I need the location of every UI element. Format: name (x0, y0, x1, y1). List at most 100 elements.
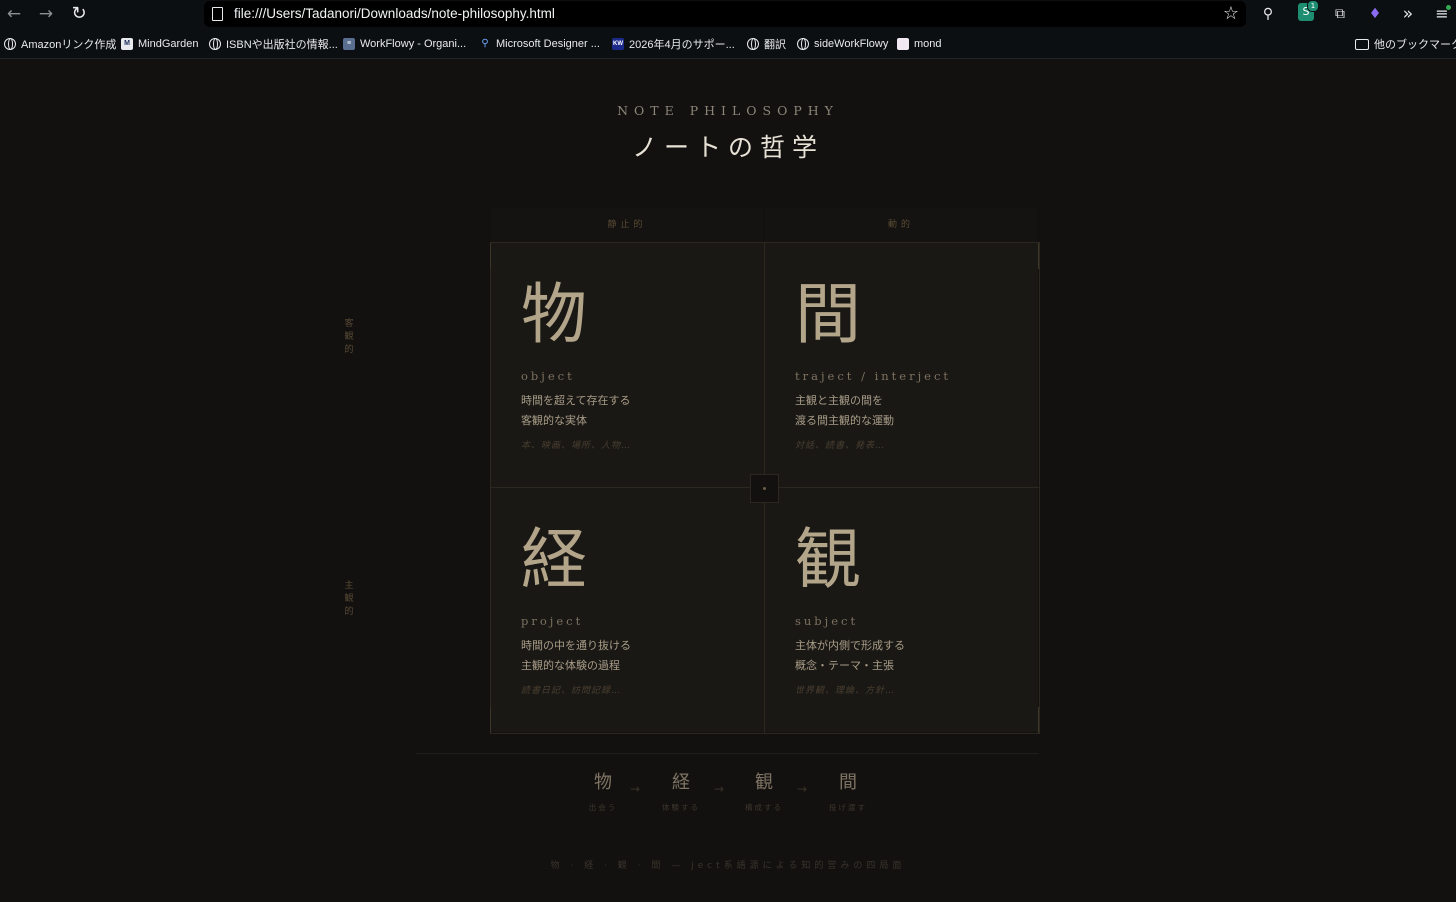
bookmark-label: 他のブックマーク (1374, 39, 1456, 51)
bookmark-support[interactable]: KW 2026年4月のサポー... (612, 36, 735, 52)
description-line: 客観的な実体 (521, 414, 587, 427)
mindgarden-icon: M (121, 38, 133, 50)
column-header-static: 静止的 (491, 208, 763, 242)
quadrant-subject: 観 subject 主体が内側で形成する 概念・テーマ・主張 世界観、理論、方針… (765, 488, 1038, 732)
bookmark-microsoft-designer[interactable]: ⚲ Microsoft Designer ... (479, 36, 600, 52)
update-dot (1446, 5, 1451, 10)
bookmarks-bar: Amazonリンク作成 M MindGarden ISBNや出版社の情報... … (0, 28, 1456, 59)
center-dot (763, 487, 766, 490)
quadrant-english: subject (795, 614, 859, 628)
bookmark-label: WorkFlowy - Organi... (360, 38, 467, 50)
quadrant-english: object (521, 369, 575, 383)
arrow-right-icon: → (38, 4, 54, 24)
flow-arrow: → (797, 782, 808, 796)
bookmark-sideworkflowy[interactable]: sideWorkFlowy (797, 36, 888, 52)
row-label-char: 観 (344, 594, 354, 604)
arrow-left-icon: ← (6, 4, 22, 24)
quadrant-english: project (521, 614, 584, 628)
bookmark-label: sideWorkFlowy (814, 38, 889, 50)
row-label-char: 主 (344, 581, 354, 591)
search-icon: ⚲ (481, 38, 489, 49)
bookmark-mindgarden[interactable]: M MindGarden (121, 36, 199, 52)
globe-icon (797, 38, 809, 50)
quadrant-kanji: 物 (521, 276, 587, 353)
file-icon (212, 7, 223, 21)
kw-icon: KW (612, 38, 624, 50)
flow-arrow: → (630, 782, 641, 796)
row-label: 客観的 (340, 318, 358, 357)
grid-corner-mark (490, 707, 491, 733)
reload-icon: ↻ (71, 3, 87, 24)
row-label-char: 客 (344, 319, 354, 329)
quadrant-kanji: 間 (795, 276, 861, 353)
quadrant-kanji: 経 (521, 521, 587, 598)
extension-bicycle-icon[interactable]: ⚲ (1257, 3, 1279, 25)
flow-kanji: 間 (839, 772, 857, 793)
flow-kanji: 物 (594, 772, 612, 793)
column-header-dynamic: 動的 (765, 208, 1037, 242)
other-bookmarks-folder[interactable]: 他のブックマーク (1355, 36, 1456, 52)
reload-button[interactable]: ↻ (68, 3, 90, 25)
bookmark-workflowy[interactable]: ≡ WorkFlowy - Organi... (343, 36, 466, 52)
grid-center-node (750, 474, 779, 503)
row-label-char: 観 (344, 332, 354, 342)
flow-kanji: 観 (755, 772, 773, 793)
globe-icon (209, 38, 221, 50)
row-label: 主観的 (340, 580, 358, 619)
flow-step-experience: 経 体験する (651, 770, 711, 813)
quadrant-description: 主体が内側で形成する 概念・テーマ・主張 (795, 636, 905, 676)
extensions-puzzle-icon[interactable]: ⧉ (1329, 3, 1351, 25)
quadrant-description: 時間を超えて存在する 客観的な実体 (521, 391, 630, 431)
section-divider (416, 753, 1039, 754)
quadrant-examples: 対話、読書、発表… (795, 441, 886, 451)
row-label-char: 的 (344, 607, 354, 617)
flow-label: 出会う (588, 803, 618, 812)
bookmark-amazon[interactable]: Amazonリンク作成 (4, 36, 116, 52)
browser-toolbar: ← → ↻ file:///Users/Tadanori/Downloads/n… (0, 0, 1456, 28)
quadrant-examples: 読書日記、訪問記録… (521, 686, 622, 696)
bookmark-label: Amazonリンク作成 (21, 39, 117, 51)
address-url[interactable]: file:///Users/Tadanori/Downloads/note-ph… (234, 6, 555, 21)
bookmark-star-icon[interactable]: ☆ (1219, 2, 1243, 26)
page-footer: 物 · 経 · 観 · 間 — ject系語源による知的営みの四局面 (550, 861, 906, 871)
bookmark-translate[interactable]: 翻訳 (747, 36, 786, 52)
extension-badge-count: 1 (1307, 0, 1319, 12)
quadrant-traject: 間 traject / interject 主観と主観の間を 渡る間主観的な運動… (765, 243, 1038, 487)
back-button[interactable]: ← (3, 3, 25, 25)
bookmark-label: 翻訳 (764, 39, 786, 51)
bookmark-label: 2026年4月のサポー... (629, 39, 735, 51)
quadrant-kanji: 観 (795, 521, 861, 598)
quadrant-project: 経 project 時間の中を通り抜ける 主観的な体験の過程 読書日記、訪問記録… (491, 488, 764, 732)
chevrons-right-icon[interactable]: » (1397, 3, 1419, 25)
mond-icon (897, 38, 909, 50)
quadrant-english: traject / interject (795, 369, 952, 383)
globe-icon (4, 38, 16, 50)
grid-corner-mark (1038, 707, 1039, 733)
description-line: 渡る間主観的な運動 (795, 414, 894, 427)
flow-step-pass: 間 投げ渡す (818, 770, 878, 813)
globe-icon (747, 38, 759, 50)
flow-step-compose: 観 構成する (734, 770, 794, 813)
extension-flame-icon[interactable]: ♦ (1364, 3, 1386, 25)
address-bar[interactable]: file:///Users/Tadanori/Downloads/note-ph… (204, 1, 1246, 27)
bookmark-isbn[interactable]: ISBNや出版社の情報... (209, 36, 338, 52)
flow-label: 投げ渡す (829, 803, 867, 812)
description-line: 時間を超えて存在する (521, 394, 631, 407)
flow-step-encounter: 物 出会う (573, 770, 633, 813)
row-label-char: 的 (344, 345, 354, 355)
quadrant-object: 物 object 時間を超えて存在する 客観的な実体 本、映画、場所、人物… (491, 243, 764, 487)
extension-sheet-icon[interactable]: S1 (1298, 0, 1319, 21)
page-title: ノートの哲学 (631, 133, 824, 162)
bookmark-label: Microsoft Designer ... (496, 38, 600, 50)
description-line: 主観的な体験の過程 (521, 659, 620, 672)
forward-button[interactable]: → (35, 3, 57, 25)
flow-label: 体験する (662, 803, 700, 812)
description-line: 時間の中を通り抜ける (521, 639, 631, 652)
workflowy-icon: ≡ (343, 38, 355, 50)
browser-menu-icon[interactable]: ≡ (1433, 3, 1451, 25)
quadrant-description: 主観と主観の間を 渡る間主観的な運動 (795, 391, 894, 431)
quadrant-description: 時間の中を通り抜ける 主観的な体験の過程 (521, 636, 631, 676)
bookmark-mond[interactable]: mond (897, 36, 942, 52)
bookmark-label: mond (914, 38, 942, 50)
grid-corner-mark (1038, 243, 1039, 269)
